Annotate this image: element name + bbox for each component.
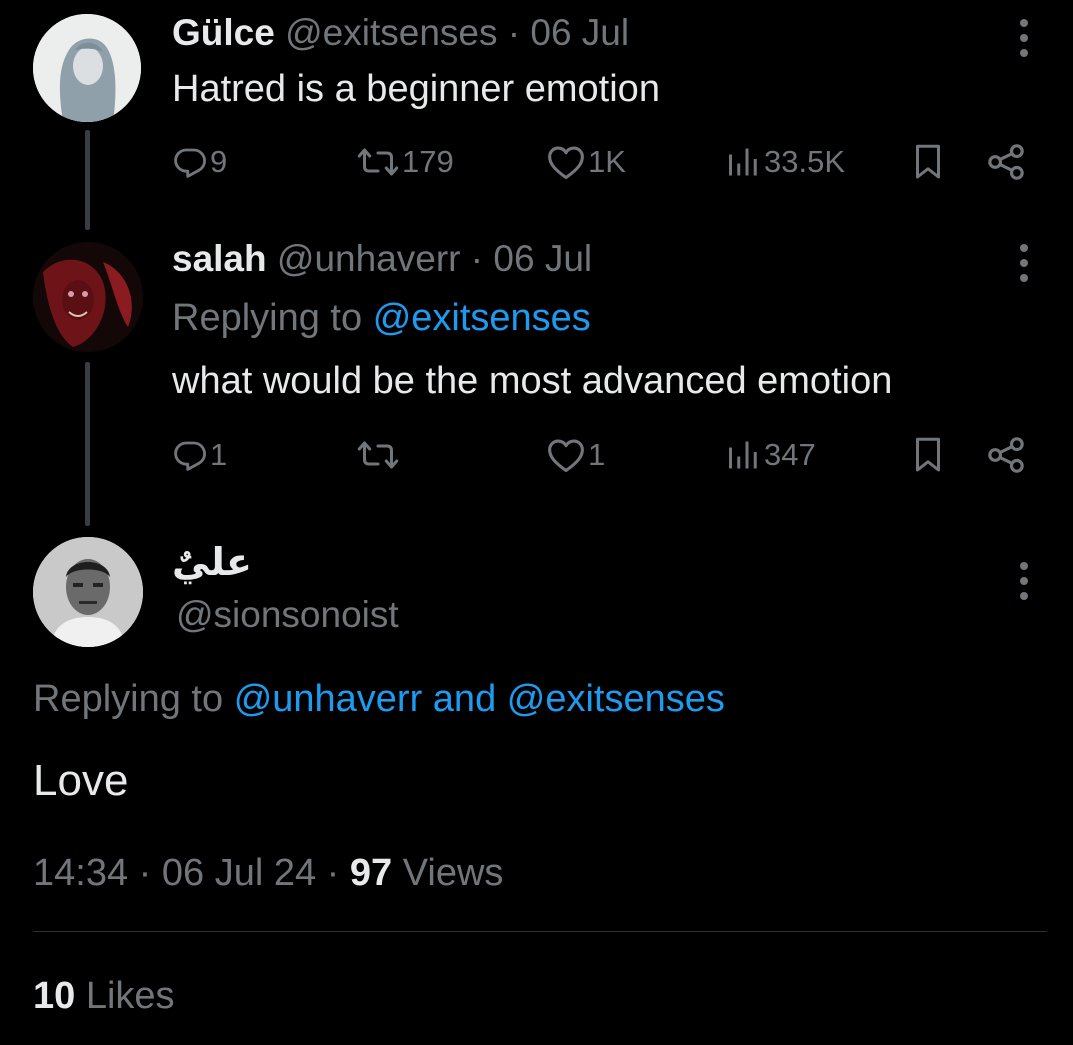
reply-icon: [174, 148, 206, 178]
separator: ·: [507, 12, 521, 53]
more-vertical-icon[interactable]: [1019, 18, 1029, 58]
bookmark-icon: [916, 144, 940, 179]
share-icon: [988, 144, 1024, 180]
views-label: Views: [402, 852, 504, 894]
display-name[interactable]: عليٌ: [172, 540, 252, 585]
avatar-gulce-image: [33, 14, 141, 122]
thread-line-2: [85, 362, 90, 526]
likes-label: Likes: [85, 975, 175, 1017]
like-button[interactable]: 1K: [546, 142, 626, 182]
tweet-meta: 14:34 · 06 Jul 24 · 97 Views: [33, 852, 503, 895]
reply-button[interactable]: 1: [172, 435, 227, 475]
like-count: 1: [588, 437, 606, 472]
tweet-text: Love: [33, 756, 129, 805]
share-button[interactable]: [986, 435, 1026, 475]
likes-summary[interactable]: 10 Likes: [33, 975, 175, 1018]
avatar-salah-image: [33, 242, 143, 352]
heart-icon: [548, 439, 584, 473]
views-button[interactable]: 33.5K: [726, 142, 845, 182]
avatar-salah[interactable]: [33, 242, 143, 352]
avatar-gulce[interactable]: [33, 14, 141, 122]
share-icon: [988, 437, 1024, 473]
share-button[interactable]: [986, 142, 1026, 182]
reply-button[interactable]: 9: [172, 142, 227, 182]
tweet-date[interactable]: 06 Jul: [530, 12, 629, 53]
views-chart-icon: [729, 148, 757, 176]
retweet-icon: [357, 148, 399, 176]
avatar-sionsonoist[interactable]: [33, 537, 143, 647]
more-vertical-icon[interactable]: [1019, 561, 1029, 601]
views-count: 347: [764, 437, 816, 472]
retweet-button[interactable]: 179: [356, 142, 454, 182]
display-name[interactable]: Gülce: [172, 12, 275, 53]
reply-count: 1: [210, 437, 228, 472]
tweet-date[interactable]: 06 Jul: [493, 238, 592, 279]
tweet-text: what would be the most advanced emotion: [172, 360, 893, 402]
like-count: 1K: [588, 144, 626, 179]
tweet-text: Hatred is a beginner emotion: [172, 68, 660, 110]
separator: ·: [470, 238, 484, 279]
user-handle[interactable]: @unhaverr: [277, 238, 461, 279]
thread-line-1: [85, 130, 90, 230]
replying-mention[interactable]: @exitsenses: [373, 297, 591, 339]
views-chart-icon: [729, 441, 757, 469]
avatar-sionsonoist-image: [33, 537, 143, 647]
bookmark-button[interactable]: [910, 435, 946, 475]
like-button[interactable]: 1: [546, 435, 605, 475]
bookmark-icon: [916, 437, 940, 472]
likes-count: 10: [33, 975, 76, 1017]
tweet-header: salah @unhaverr · 06 Jul: [172, 238, 592, 280]
replying-to: Replying to @exitsenses: [172, 297, 591, 340]
views-count: 97: [349, 852, 393, 894]
retweet-icon: [357, 441, 399, 469]
tweet-date[interactable]: 06 Jul 24: [162, 852, 316, 894]
reply-icon: [174, 441, 206, 471]
display-name[interactable]: salah: [172, 238, 267, 279]
replying-to: Replying to @unhaverr and @exitsenses: [33, 678, 725, 721]
more-vertical-icon[interactable]: [1019, 243, 1029, 283]
separator: ·: [326, 852, 340, 894]
divider: [33, 931, 1047, 932]
reply-count: 9: [210, 144, 228, 179]
views-button[interactable]: 347: [726, 435, 816, 475]
retweet-button[interactable]: [356, 435, 402, 475]
views-count: 33.5K: [764, 144, 846, 179]
retweet-count: 179: [402, 144, 454, 179]
tweet-time[interactable]: 14:34: [33, 852, 128, 894]
replying-prefix: Replying to: [172, 297, 363, 339]
replying-prefix: Replying to: [33, 678, 224, 720]
separator: ·: [138, 852, 152, 894]
replying-mentions[interactable]: @unhaverr and @exitsenses: [234, 678, 725, 720]
user-handle[interactable]: @sionsonoist: [176, 594, 399, 636]
bookmark-button[interactable]: [910, 142, 946, 182]
user-handle[interactable]: @exitsenses: [285, 12, 497, 53]
tweet-header: Gülce @exitsenses · 06 Jul: [172, 12, 629, 54]
heart-icon: [548, 146, 584, 180]
